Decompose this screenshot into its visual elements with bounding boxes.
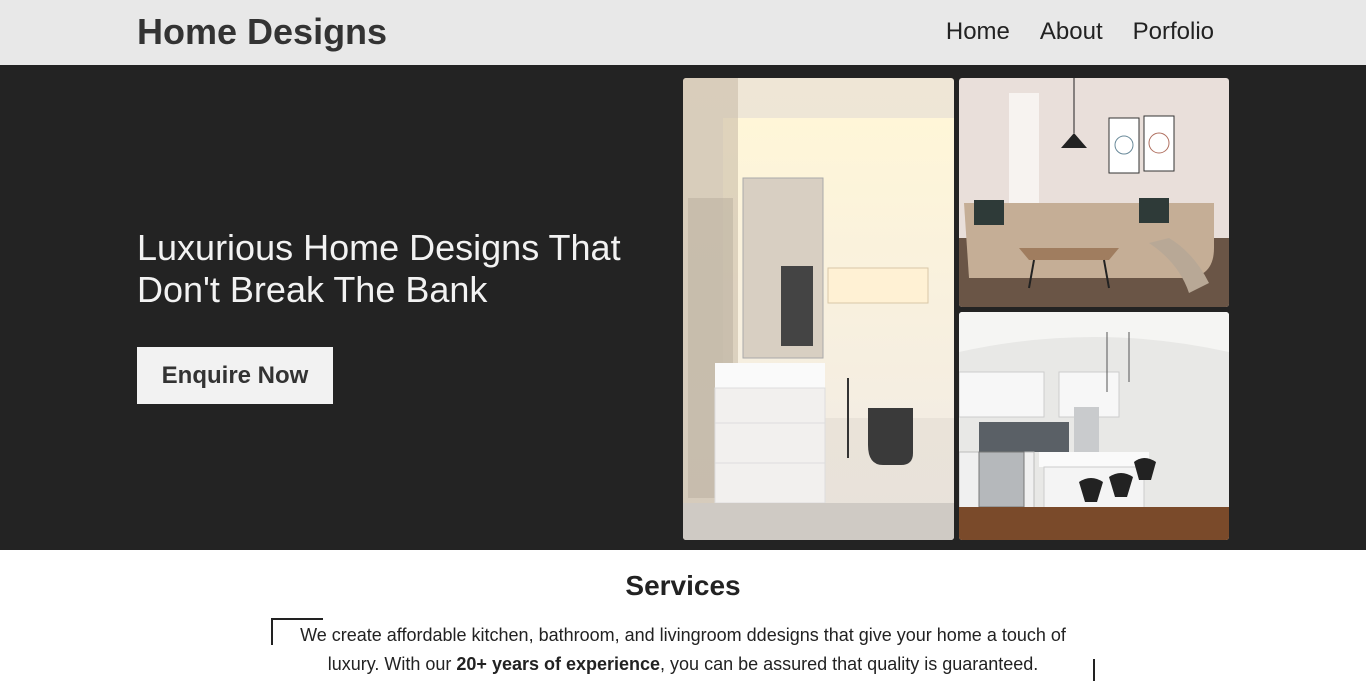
enquire-now-button[interactable]: Enquire Now bbox=[137, 347, 333, 404]
site-header: Home Designs Home About Porfolio bbox=[0, 0, 1366, 67]
kitchen-image bbox=[959, 312, 1229, 540]
hero-headline: Luxurious Home Designs That Don't Break … bbox=[137, 227, 621, 310]
decorative-corner-bottom-right bbox=[1093, 659, 1095, 681]
nav-about-link[interactable]: About bbox=[1040, 18, 1103, 46]
services-description: We create affordable kitchen, bathroom, … bbox=[272, 621, 1094, 679]
nav-portfolio-link[interactable]: Porfolio bbox=[1133, 18, 1214, 46]
bathroom-image bbox=[683, 78, 954, 540]
living-room-image bbox=[959, 78, 1229, 307]
services-title: Services bbox=[625, 570, 741, 601]
hero-section: Luxurious Home Designs That Don't Break … bbox=[0, 67, 1366, 550]
services-text-end: , you can be assured that quality is gua… bbox=[660, 654, 1039, 674]
nav-home-link[interactable]: Home bbox=[946, 18, 1010, 46]
experience-highlight: 20+ years of experience bbox=[456, 654, 661, 674]
brand-logo[interactable]: Home Designs bbox=[137, 12, 387, 52]
main-nav: Home About Porfolio bbox=[946, 18, 1214, 46]
